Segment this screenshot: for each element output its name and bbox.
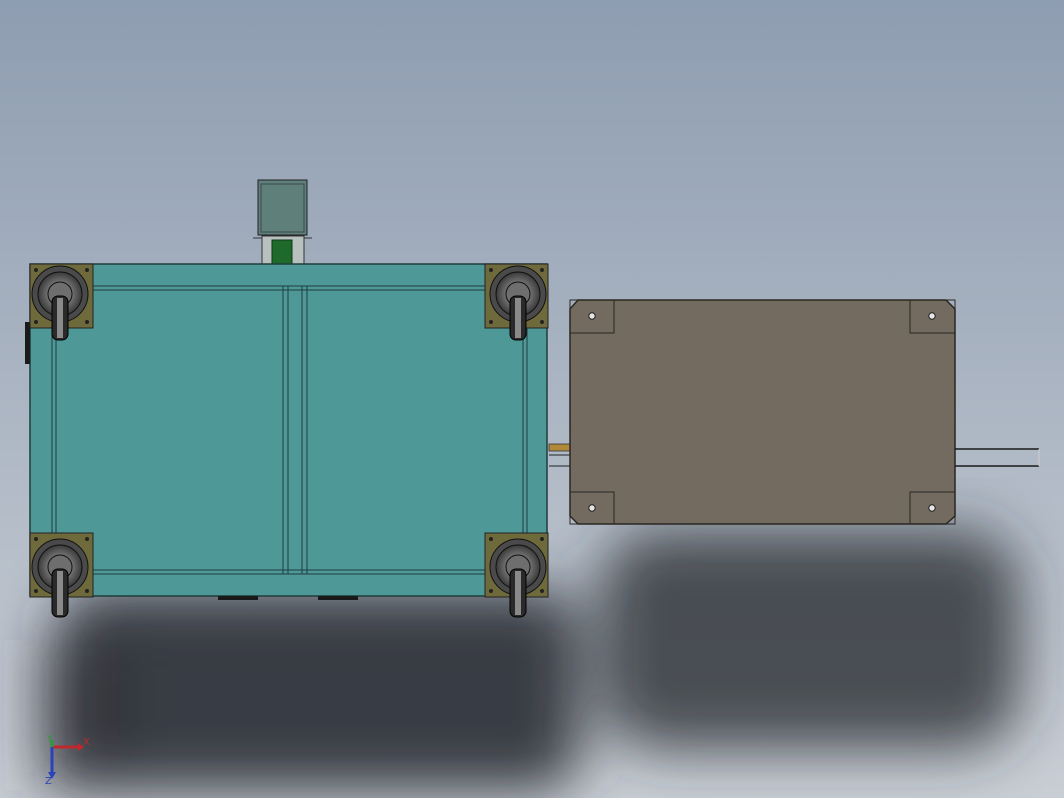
cad-viewport[interactable]: X Y Z	[0, 0, 1064, 798]
frame-side-handle	[25, 322, 30, 364]
platform-plate[interactable]	[569, 299, 956, 525]
plate-bolt-hole	[928, 312, 936, 320]
plate-bolt-hole	[588, 504, 596, 512]
plate-bolt-hole	[928, 504, 936, 512]
triad-x-label: X	[83, 737, 90, 748]
motor-body	[257, 179, 308, 236]
plate-body	[569, 299, 956, 525]
motor-coupler	[271, 239, 293, 265]
motor-assembly[interactable]	[253, 179, 312, 265]
cart-frame[interactable]	[25, 263, 548, 600]
plate-bolt-hole	[588, 312, 596, 320]
model-scene[interactable]: X Y Z	[0, 0, 1064, 798]
triad-z-label: Z	[45, 776, 52, 787]
triad-y-label: Y	[46, 734, 54, 745]
